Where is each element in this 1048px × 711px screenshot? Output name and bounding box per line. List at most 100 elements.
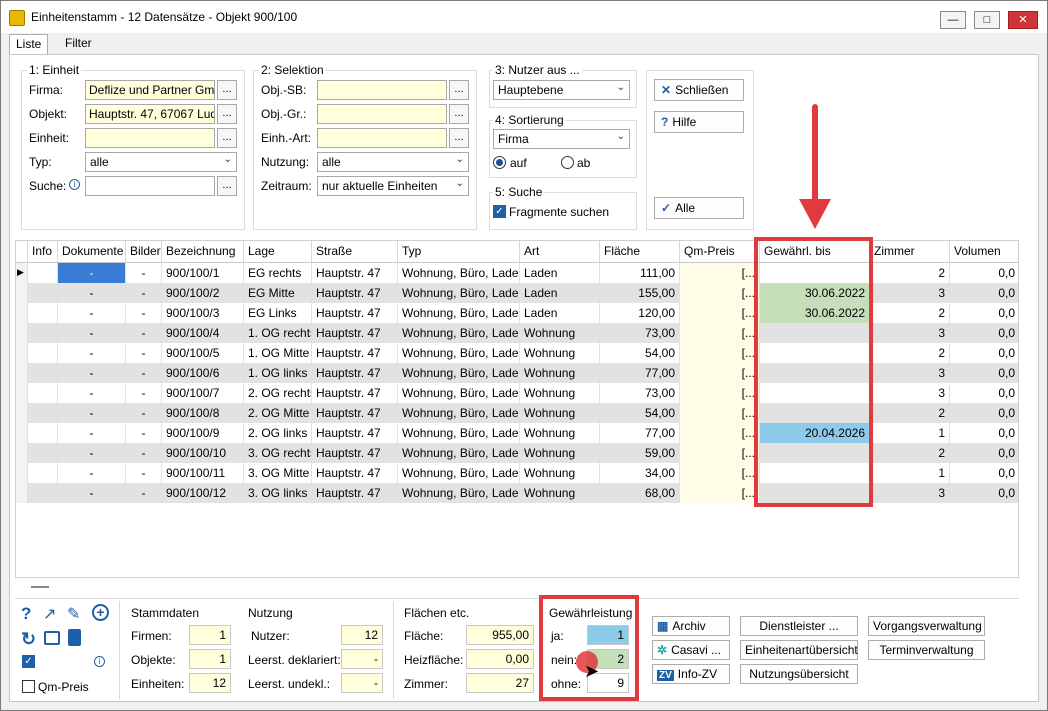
objekt-field[interactable]: Hauptstr. 47, 67067 Lud <box>85 104 215 124</box>
cell-dokumente: - <box>58 263 126 283</box>
cell-typ: Wohnung, Büro, Laden <box>398 443 520 463</box>
row-selector <box>16 463 28 483</box>
help-icon[interactable]: ? <box>21 604 31 624</box>
einheit-field[interactable] <box>85 128 215 148</box>
hilfe-button[interactable]: ? Hilfe <box>654 111 744 133</box>
column-header-typ[interactable]: Typ <box>398 241 520 263</box>
typ-select[interactable]: alle ⌄ <box>85 152 237 172</box>
column-header-corner[interactable] <box>16 241 28 263</box>
office-icon[interactable] <box>68 629 81 646</box>
cell-zimmer: 3 <box>870 363 950 383</box>
vorgangsverwaltung-button[interactable]: Vorgangsverwaltung <box>868 616 985 636</box>
objsb-field[interactable] <box>317 80 447 100</box>
suche-browse-button[interactable]: ... <box>217 176 237 196</box>
cell-qmpreis: [... <box>680 303 760 323</box>
cursor-icon[interactable]: ↗ <box>43 604 56 624</box>
print-icon[interactable] <box>44 631 60 645</box>
info-icon[interactable]: i <box>94 656 105 667</box>
cell-bezeichnung: 900/100/8 <box>162 403 244 423</box>
cell-typ: Wohnung, Büro, Laden <box>398 383 520 403</box>
cell-art: Wohnung <box>520 343 600 363</box>
column-header-lage[interactable]: Lage <box>244 241 312 263</box>
column-header-dokumente[interactable]: Dokumente <box>58 241 126 263</box>
cell-strasse: Hauptstr. 47 <box>312 383 398 403</box>
cell-lage: EG Links <box>244 303 312 323</box>
einhart-browse-button[interactable]: ... <box>449 128 469 148</box>
sortierung-group-label: 4: Sortierung <box>493 113 566 127</box>
infozv-label: Info-ZV <box>677 667 718 681</box>
zeitraum-select[interactable]: nur aktuelle Einheiten ⌄ <box>317 176 469 196</box>
firma-browse-button[interactable]: ... <box>217 80 237 100</box>
objekt-browse-button[interactable]: ... <box>217 104 237 124</box>
sort-auf-radio[interactable] <box>493 156 506 169</box>
dienstleister-button[interactable]: Dienstleister ... <box>740 616 858 636</box>
schliessen-button[interactable]: ✕ Schließen <box>654 79 744 101</box>
column-header-qmpreis[interactable]: Qm-Preis <box>680 241 760 263</box>
nutzer-select[interactable]: Hauptebene ⌄ <box>493 80 630 100</box>
column-header-volumen[interactable]: Volumen <box>950 241 1018 263</box>
refresh-icon[interactable]: ↻ <box>21 629 36 650</box>
qmpreis-checkbox[interactable] <box>22 680 35 693</box>
cell-lage: 2. OG Mitte <box>244 403 312 423</box>
firma-field[interactable]: Deflize und Partner GmI <box>85 80 215 100</box>
sortierung-select[interactable]: Firma ⌄ <box>493 129 630 149</box>
tab-liste[interactable]: Liste <box>9 34 49 56</box>
einheitenart-button[interactable]: Einheitenartübersicht <box>740 640 858 660</box>
flaeche-label: Fläche: <box>404 629 444 643</box>
casavi-button[interactable]: ✲ Casavi ... <box>652 640 730 660</box>
heizflaeche-label: Heizfläche: <box>404 653 464 667</box>
splitter-handle[interactable] <box>31 586 49 588</box>
cell-bezeichnung: 900/100/4 <box>162 323 244 343</box>
edit-icon[interactable]: ✎ <box>67 604 80 624</box>
cell-info <box>28 323 58 343</box>
objgr-field[interactable] <box>317 104 447 124</box>
cell-info <box>28 263 58 283</box>
info-icon[interactable]: i <box>69 179 80 190</box>
column-header-bilder[interactable]: Bilder <box>126 241 162 263</box>
objsb-browse-button[interactable]: ... <box>449 80 469 100</box>
column-header-zimmer[interactable]: Zimmer <box>870 241 950 263</box>
separator <box>393 601 394 699</box>
column-header-bezeichnung[interactable]: Bezeichnung <box>162 241 244 263</box>
zimmer-label: Zimmer: <box>404 677 448 691</box>
maximize-button[interactable]: □ <box>974 11 1000 29</box>
cell-lage: 1. OG rechts <box>244 323 312 343</box>
cell-zimmer: 2 <box>870 303 950 323</box>
infozv-button[interactable]: ZV Info-ZV <box>652 664 730 684</box>
cell-typ: Wohnung, Büro, Laden <box>398 323 520 343</box>
sort-ab-radio[interactable] <box>561 156 574 169</box>
einhart-field[interactable] <box>317 128 447 148</box>
objgr-browse-button[interactable]: ... <box>449 104 469 124</box>
column-header-art[interactable]: Art <box>520 241 600 263</box>
suche-label: Suche: <box>29 179 67 193</box>
nutzungsuebersicht-button[interactable]: Nutzungsübersicht <box>740 664 858 684</box>
cell-zimmer: 3 <box>870 323 950 343</box>
column-header-info[interactable]: Info <box>28 241 58 263</box>
nutzung-select[interactable]: alle ⌄ <box>317 152 469 172</box>
alle-button[interactable]: ✓ Alle <box>654 197 744 219</box>
cell-zimmer: 2 <box>870 403 950 423</box>
column-header-strasse[interactable]: Straße <box>312 241 398 263</box>
checked-box-icon[interactable]: ✓ <box>22 655 35 668</box>
cell-volumen: 0,0 <box>950 323 1018 343</box>
cell-bilder: - <box>126 323 162 343</box>
nutzer-count: 12 <box>341 625 383 645</box>
add-icon[interactable]: + <box>92 604 109 621</box>
column-header-flaeche[interactable]: Fläche <box>600 241 680 263</box>
cell-strasse: Hauptstr. 47 <box>312 403 398 423</box>
leerst-undekl-count: - <box>341 673 383 693</box>
fragmente-checkbox[interactable]: ✓ <box>493 205 506 218</box>
einheit-browse-button[interactable]: ... <box>217 128 237 148</box>
highlight-box-gewaehrl-column <box>754 237 873 507</box>
suche-input[interactable] <box>85 176 215 196</box>
objekte-label: Objekte: <box>131 653 176 667</box>
cell-lage: 2. OG links <box>244 423 312 443</box>
terminverwaltung-button[interactable]: Terminverwaltung <box>868 640 985 660</box>
cell-typ: Wohnung, Büro, Laden <box>398 303 520 323</box>
close-button[interactable]: ✕ <box>1008 11 1038 29</box>
minimize-button[interactable]: — <box>940 11 966 29</box>
tab-filter[interactable]: Filter <box>59 34 98 54</box>
nutzung-label: Nutzung: <box>261 155 310 169</box>
cell-strasse: Hauptstr. 47 <box>312 263 398 283</box>
archiv-button[interactable]: ▦ Archiv <box>652 616 730 636</box>
